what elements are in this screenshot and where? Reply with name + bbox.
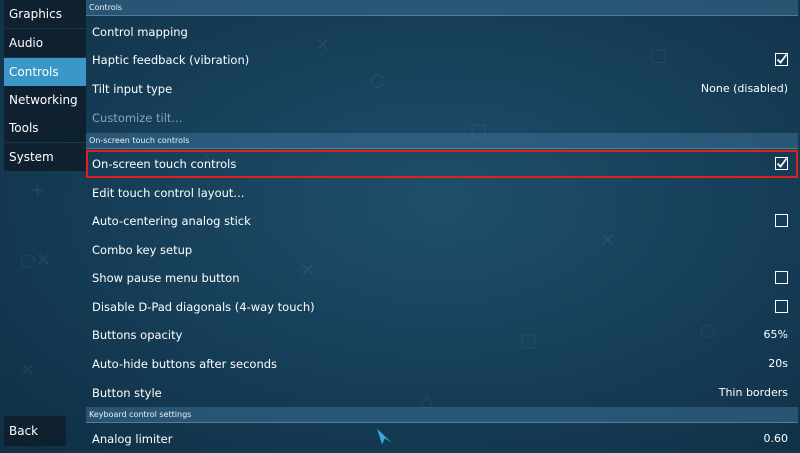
back-button-label: Back (9, 424, 39, 438)
section-header-touch: On-screen touch controls (86, 133, 798, 149)
row-label: On-screen touch controls (92, 157, 237, 171)
sidebar-item-label: Tools (9, 121, 39, 135)
sidebar-item-system[interactable]: System (4, 143, 86, 171)
sidebar-item-graphics[interactable]: Graphics (4, 0, 86, 28)
section-header-keyboard: Keyboard control settings (86, 407, 798, 423)
row-label: Disable D-Pad diagonals (4-way touch) (92, 300, 315, 314)
row-label: Auto-centering analog stick (92, 214, 251, 228)
row-label: Customize tilt... (92, 111, 183, 125)
auto-centering-checkbox[interactable] (775, 214, 788, 227)
sidebar-item-label: System (9, 150, 54, 164)
checkmark-icon (776, 53, 788, 64)
pause-menu-button-row[interactable]: Show pause menu button (86, 264, 798, 292)
edit-touch-layout-row[interactable]: Edit touch control layout... (86, 179, 798, 207)
row-label: Analog limiter (92, 432, 173, 446)
sidebar-item-audio[interactable]: Audio (4, 29, 86, 57)
back-button[interactable]: Back (4, 416, 66, 446)
combo-key-setup-row[interactable]: Combo key setup (86, 236, 798, 264)
button-style-row[interactable]: Button style Thin borders (86, 379, 798, 407)
sidebar-item-label: Audio (9, 36, 44, 50)
haptic-feedback-checkbox[interactable] (775, 53, 788, 66)
settings-list: Controls Control mapping Haptic feedback… (86, 0, 800, 450)
mouse-cursor-icon (375, 426, 397, 448)
sidebar-item-label: Controls (9, 65, 59, 79)
touch-controls-row[interactable]: On-screen touch controls (86, 150, 798, 178)
dpad-diagonals-row[interactable]: Disable D-Pad diagonals (4-way touch) (86, 293, 798, 321)
auto-centering-row[interactable]: Auto-centering analog stick (86, 207, 798, 235)
row-label: Buttons opacity (92, 328, 183, 342)
dpad-diagonals-checkbox[interactable] (775, 300, 788, 313)
checkmark-icon (776, 157, 788, 168)
row-label: Haptic feedback (vibration) (92, 53, 250, 67)
section-header-controls: Controls (86, 0, 798, 16)
buttons-opacity-row[interactable]: Buttons opacity 65% (86, 321, 798, 349)
sidebar-item-networking[interactable]: Networking (4, 86, 86, 114)
row-label: Auto-hide buttons after seconds (92, 357, 278, 371)
buttons-opacity-value: 65% (763, 328, 788, 341)
touch-controls-checkbox[interactable] (775, 157, 788, 170)
row-label: Combo key setup (92, 243, 193, 257)
tilt-input-value: None (disabled) (700, 82, 788, 95)
settings-sidebar: Graphics Audio Controls Networking Tools… (0, 0, 86, 450)
control-mapping-row[interactable]: Control mapping (86, 18, 798, 46)
button-style-value: Thin borders (718, 386, 788, 399)
row-label: Show pause menu button (92, 271, 240, 285)
pause-menu-checkbox[interactable] (775, 271, 788, 284)
analog-limiter-value: 0.60 (763, 432, 789, 445)
row-label: Control mapping (92, 25, 188, 39)
row-label: Edit touch control layout... (92, 186, 245, 200)
sidebar-item-controls[interactable]: Controls (4, 58, 86, 86)
row-label: Button style (92, 386, 162, 400)
sidebar-item-tools[interactable]: Tools (4, 114, 86, 142)
row-label: Tilt input type (92, 82, 173, 96)
sidebar-item-label: Graphics (9, 7, 62, 21)
tilt-input-type-row[interactable]: Tilt input type None (disabled) (86, 75, 798, 103)
haptic-feedback-row[interactable]: Haptic feedback (vibration) (86, 46, 798, 74)
analog-limiter-row[interactable]: Analog limiter 0.60 (86, 425, 798, 453)
auto-hide-value: 20s (768, 357, 788, 370)
sidebar-item-label: Networking (9, 93, 78, 107)
customize-tilt-row: Customize tilt... (86, 104, 798, 132)
auto-hide-row[interactable]: Auto-hide buttons after seconds 20s (86, 350, 798, 378)
